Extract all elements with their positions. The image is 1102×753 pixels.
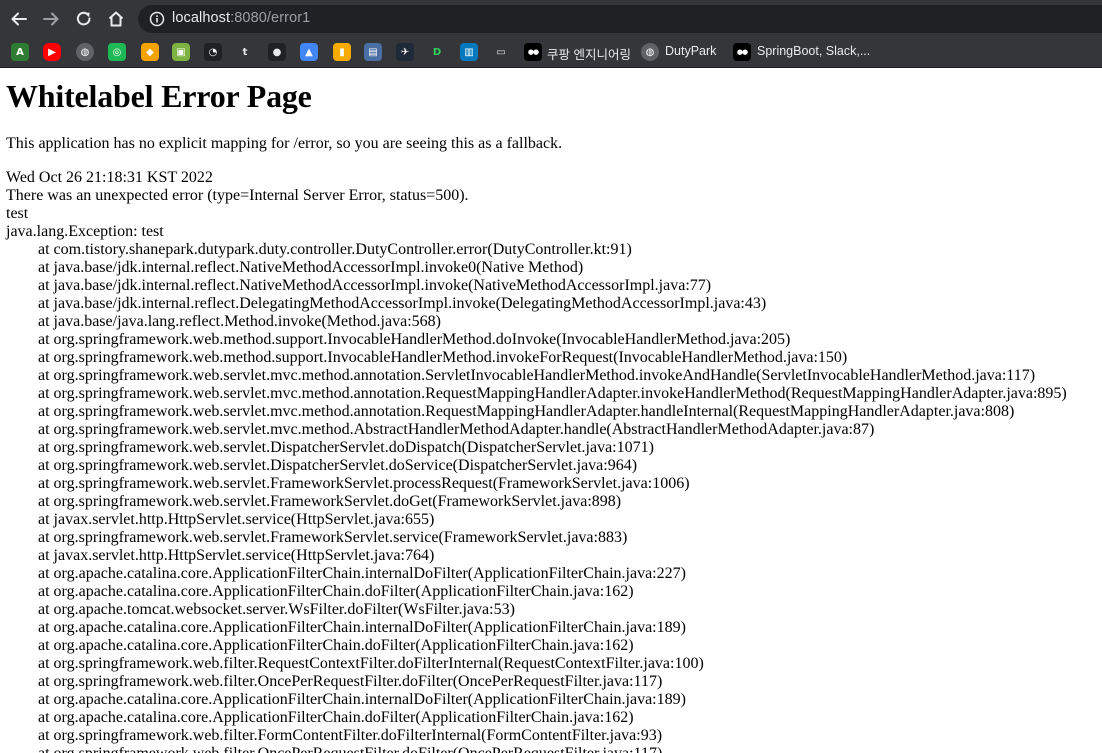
- stack-frame: at org.apache.catalina.core.ApplicationF…: [38, 691, 686, 708]
- forward-arrow-icon: [43, 12, 59, 26]
- stack-frame: at org.apache.catalina.core.ApplicationF…: [38, 619, 686, 636]
- stack-frame: at java.base/jdk.internal.reflect.Native…: [38, 259, 584, 276]
- calendar-icon[interactable]: ▤: [364, 43, 382, 61]
- app-icon-1[interactable]: A: [11, 43, 29, 61]
- address-bar[interactable]: localhost:8080/error1: [138, 5, 1102, 33]
- medium-icon[interactable]: ●●: [524, 43, 542, 61]
- stack-frame: at org.apache.catalina.core.ApplicationF…: [38, 565, 686, 582]
- stack-frame: at org.apache.catalina.core.ApplicationF…: [38, 709, 634, 726]
- info-icon[interactable]: [149, 11, 165, 27]
- stack-frame: at com.tistory.shanepark.dutypark.duty.c…: [38, 241, 632, 258]
- bookmark-label[interactable]: SpringBoot, Slack,...: [757, 44, 870, 58]
- error-summary: There was an unexpected error (type=Inte…: [6, 187, 469, 204]
- error-description: This application has no explicit mapping…: [6, 135, 563, 152]
- back-button[interactable]: [3, 3, 35, 35]
- stack-frame: at org.springframework.web.servlet.mvc.m…: [38, 421, 875, 438]
- stack-frame: at org.apache.catalina.core.ApplicationF…: [38, 583, 634, 600]
- youtube-icon[interactable]: ▶: [43, 43, 61, 61]
- trello-icon[interactable]: ▥: [460, 43, 478, 61]
- stack-frame: at java.base/java.lang.reflect.Method.in…: [38, 313, 441, 330]
- folder-icon[interactable]: ▭: [492, 43, 510, 61]
- stack-frame: at org.springframework.web.servlet.mvc.m…: [38, 385, 1067, 402]
- stack-frame: at java.base/jdk.internal.reflect.Delega…: [38, 295, 767, 312]
- stack-frame: at org.springframework.web.servlet.Dispa…: [38, 439, 654, 456]
- stack-frame: at org.springframework.web.filter.FormCo…: [38, 727, 663, 744]
- stack-frame: at org.springframework.web.servlet.mvc.m…: [38, 367, 1036, 384]
- stack-frame: at org.springframework.web.servlet.Frame…: [38, 529, 628, 546]
- stack-frame: at org.springframework.web.servlet.Frame…: [38, 493, 622, 510]
- exception-header: java.lang.Exception: test: [6, 223, 164, 240]
- error-message: test: [6, 205, 29, 222]
- url-host: localhost: [172, 10, 231, 26]
- medium-icon[interactable]: ●●: [733, 43, 751, 61]
- home-button[interactable]: [100, 3, 132, 35]
- analytics-icon[interactable]: ▮: [333, 43, 351, 61]
- bookmark-label[interactable]: 쿠팡 엔지니어링: [547, 44, 631, 63]
- stack-frame: at org.apache.tomcat.websocket.server.Ws…: [38, 601, 515, 618]
- stack-frame: at org.springframework.web.method.suppor…: [38, 349, 848, 366]
- github-icon[interactable]: ●: [268, 43, 286, 61]
- app-icon-green[interactable]: ◎: [108, 43, 126, 61]
- app-icon-tt[interactable]: t: [236, 43, 254, 61]
- globe-icon[interactable]: ◍: [641, 43, 659, 61]
- stack-frame: at javax.servlet.http.HttpServlet.servic…: [38, 547, 435, 564]
- stack-frame: at org.springframework.web.method.suppor…: [38, 331, 791, 348]
- error-details: Wed Oct 26 21:18:31 KST 2022 There was a…: [6, 169, 1067, 753]
- home-icon: [108, 11, 124, 27]
- stack-frame: at org.springframework.web.servlet.Frame…: [38, 475, 690, 492]
- app-icon-plane[interactable]: ✈: [396, 43, 414, 61]
- stack-frame: at java.base/jdk.internal.reflect.Native…: [38, 277, 712, 294]
- stack-frame: at org.springframework.web.filter.OncePe…: [38, 673, 663, 690]
- back-arrow-icon: [11, 12, 27, 26]
- browser-toolbar: localhost:8080/error1: [0, 0, 1102, 37]
- stack-frame: at javax.servlet.http.HttpServlet.servic…: [38, 511, 435, 528]
- page-content: Whitelabel Error Page This application h…: [0, 68, 1102, 753]
- url-text[interactable]: localhost:8080/error1: [172, 10, 310, 26]
- google-ads-icon[interactable]: ▲: [300, 43, 318, 61]
- page-title: Whitelabel Error Page: [6, 78, 312, 114]
- stack-frame: at org.springframework.web.filter.Reques…: [38, 655, 704, 672]
- stack-frame: at org.springframework.web.filter.OncePe…: [6, 745, 1067, 753]
- reload-button[interactable]: [68, 3, 100, 35]
- stack-frame: at org.springframework.web.servlet.Dispa…: [38, 457, 638, 474]
- reload-icon: [76, 11, 91, 26]
- app-icon-lime[interactable]: ▣: [172, 43, 190, 61]
- bookmarks-bar: A ▶ ◍ ◎ ◆ ▣ ◔ t ● ▲ ▮ ▤ ✈ D ▥ ▭ ●● 쿠팡 엔지니어링 ◍ DutyPark ●● Spr…: [0, 37, 1102, 68]
- globe-icon[interactable]: ◍: [76, 43, 94, 61]
- stack-frame: at org.springframework.web.servlet.mvc.m…: [38, 403, 1015, 420]
- url-path: :8080/error1: [230, 10, 311, 26]
- bookmark-label[interactable]: DutyPark: [665, 44, 716, 58]
- d2-icon[interactable]: D: [428, 43, 446, 61]
- app-icon-orange[interactable]: ◆: [141, 43, 159, 61]
- stack-frame: at org.apache.catalina.core.ApplicationF…: [38, 637, 634, 654]
- forward-button[interactable]: [35, 3, 67, 35]
- speedometer-icon[interactable]: ◔: [204, 43, 222, 61]
- error-timestamp: Wed Oct 26 21:18:31 KST 2022: [6, 169, 213, 186]
